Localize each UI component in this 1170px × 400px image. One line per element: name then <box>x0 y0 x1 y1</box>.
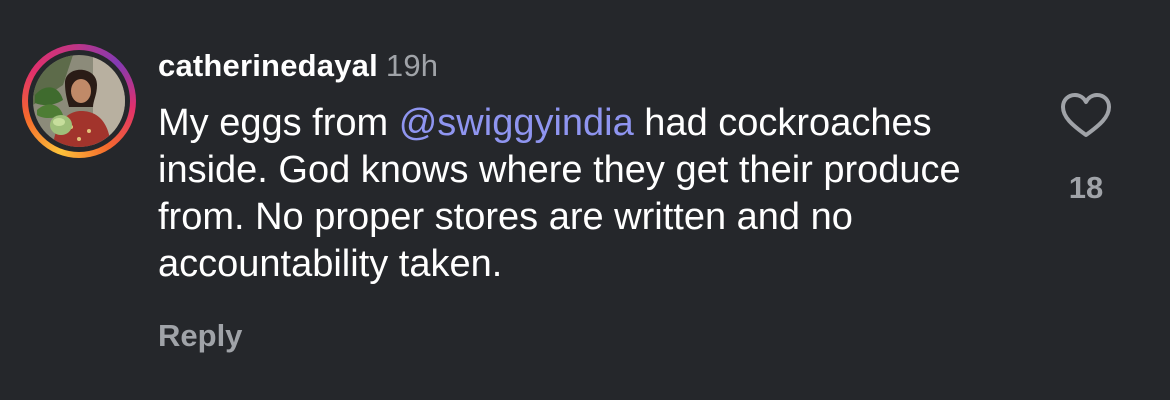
avatar[interactable] <box>33 55 125 147</box>
mention-link[interactable]: @swiggyindia <box>399 102 634 144</box>
story-ring[interactable] <box>22 44 136 158</box>
comment-timestamp: 19h <box>385 48 439 83</box>
heart-outline-icon[interactable] <box>1058 88 1114 144</box>
reply-button[interactable]: Reply <box>158 316 242 356</box>
comment-text-start: My eggs from <box>158 102 399 144</box>
comment-header: catherinedayal 19h <box>158 46 438 86</box>
avatar-container <box>28 50 130 152</box>
comment-text: My eggs from @swiggyindia had cockroache… <box>158 100 1038 288</box>
like-count: 18 <box>1068 170 1104 205</box>
username-link[interactable]: catherinedayal <box>158 48 378 83</box>
